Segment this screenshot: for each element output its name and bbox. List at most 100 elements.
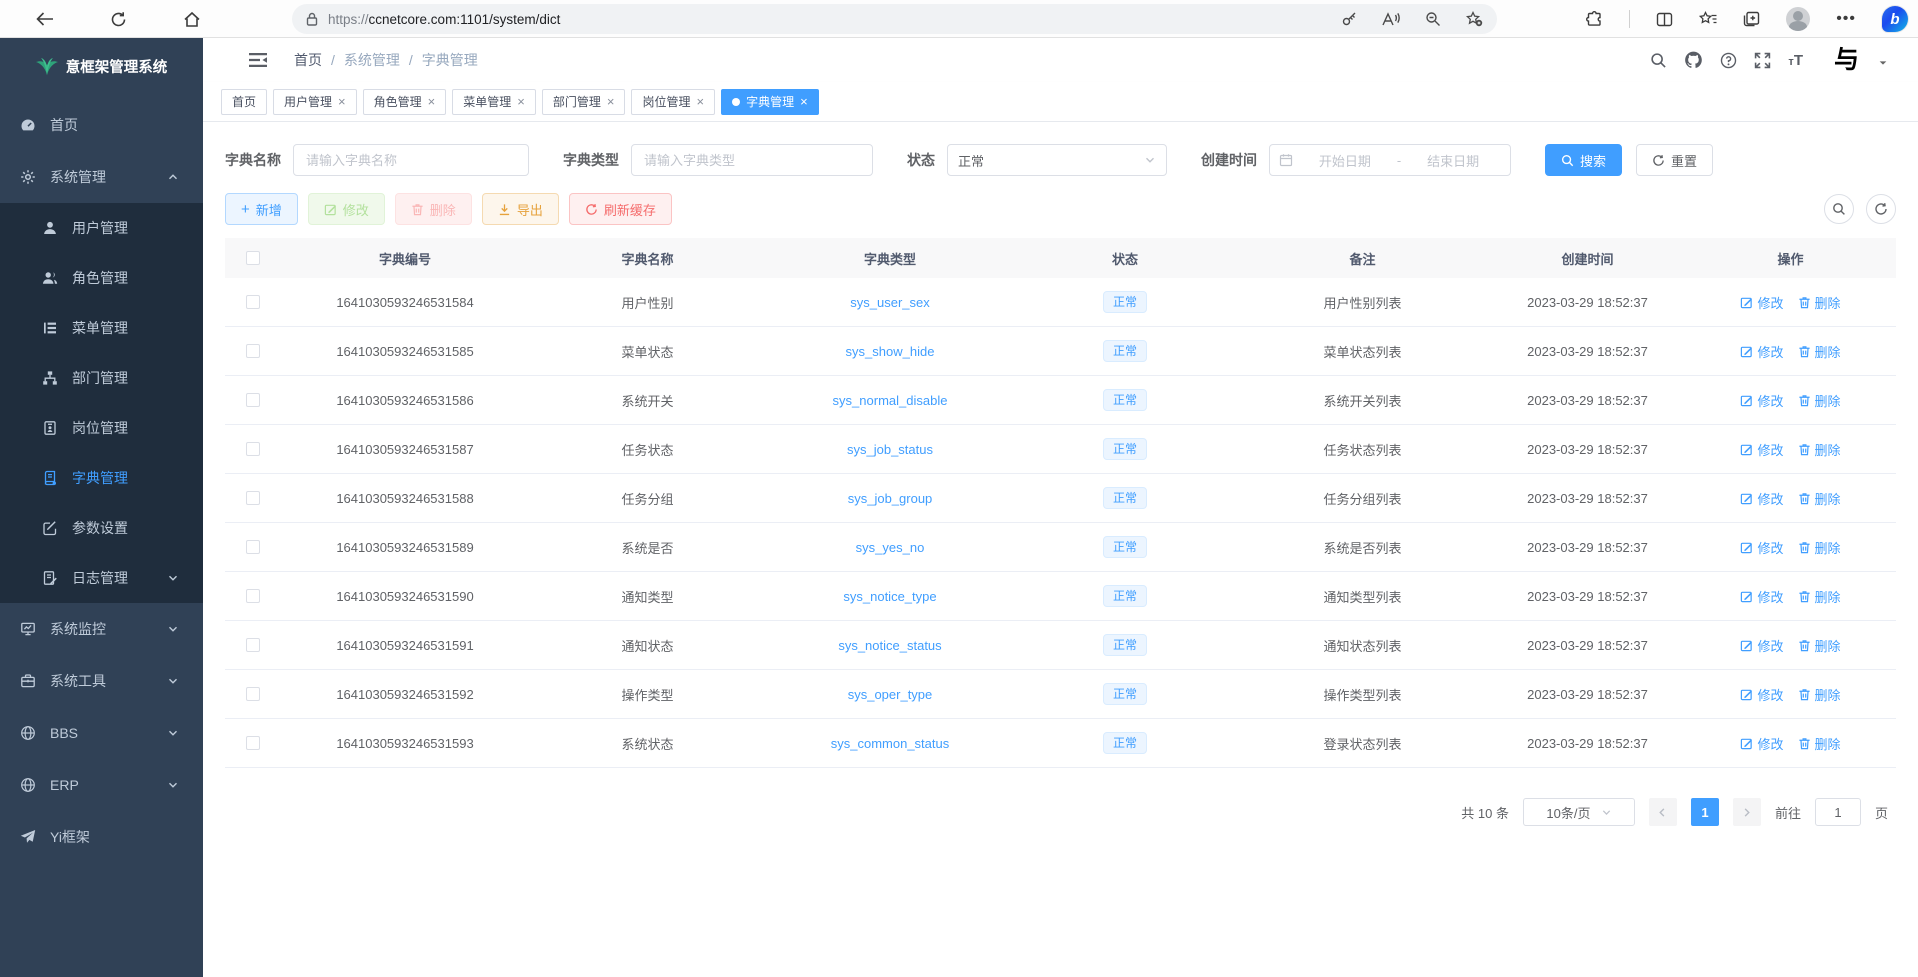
split-screen-icon[interactable] [1656,12,1673,27]
dict-type-link[interactable]: sys_notice_type [843,589,936,604]
tab-5[interactable]: 岗位管理× [631,89,715,115]
sidebar-item-2[interactable]: 用户管理 [0,203,203,253]
row-delete-button[interactable]: 删除 [1798,587,1841,606]
key-icon[interactable] [1341,11,1357,27]
address-bar[interactable]: https://ccnetcore.com:1101/system/dict [292,4,1497,34]
row-edit-button[interactable]: 修改 [1740,293,1783,312]
home-icon[interactable] [182,9,202,29]
edit-button[interactable]: 修改 [308,193,385,225]
sidebar-item-8[interactable]: 参数设置 [0,503,203,553]
favorites-bar-icon[interactable] [1699,11,1717,27]
dict-type-link[interactable]: sys_common_status [831,736,950,751]
more-icon[interactable]: ••• [1836,10,1856,28]
sidebar-item-11[interactable]: 系统工具 [0,655,203,707]
tab-6[interactable]: 字典管理× [721,89,819,115]
close-tab-icon[interactable]: × [607,95,615,108]
app-logo[interactable]: 意框架管理系统 [0,38,203,95]
row-checkbox[interactable] [246,393,260,407]
show-search-button[interactable] [1824,194,1854,224]
row-edit-button[interactable]: 修改 [1740,489,1783,508]
row-delete-button[interactable]: 删除 [1798,440,1841,459]
row-edit-button[interactable]: 修改 [1740,636,1783,655]
sidebar-item-13[interactable]: ERP [0,759,203,811]
search-icon[interactable] [1650,52,1667,69]
dict-name-input[interactable] [293,144,529,176]
caret-down-icon[interactable] [1878,55,1888,65]
row-delete-button[interactable]: 删除 [1798,538,1841,557]
sidebar-item-0[interactable]: 首页 [0,99,203,151]
sidebar-item-12[interactable]: BBS [0,707,203,759]
breadcrumb-system[interactable]: 系统管理 [344,50,400,70]
date-range-picker[interactable]: 开始日期 - 结束日期 [1269,144,1511,176]
row-checkbox[interactable] [246,442,260,456]
sidebar-item-7[interactable]: 字典管理 [0,453,203,503]
sidebar-toggle-icon[interactable] [248,51,268,69]
goto-page-input[interactable] [1815,798,1861,826]
tab-3[interactable]: 菜单管理× [452,89,536,115]
breadcrumb-home[interactable]: 首页 [294,50,322,70]
tab-1[interactable]: 用户管理× [273,89,357,115]
dict-type-link[interactable]: sys_job_group [848,491,933,506]
sidebar-item-14[interactable]: Yi框架 [0,811,203,863]
row-delete-button[interactable]: 删除 [1798,391,1841,410]
extensions-icon[interactable] [1586,11,1603,28]
url-text[interactable]: https://ccnetcore.com:1101/system/dict [328,12,1341,27]
row-edit-button[interactable]: 修改 [1740,342,1783,361]
sidebar-item-4[interactable]: 菜单管理 [0,303,203,353]
dict-type-link[interactable]: sys_notice_status [838,638,941,653]
sidebar-item-6[interactable]: 岗位管理 [0,403,203,453]
delete-button[interactable]: 删除 [395,193,472,225]
refresh-table-button[interactable] [1866,194,1896,224]
profile-avatar[interactable] [1786,7,1810,31]
row-delete-button[interactable]: 删除 [1798,489,1841,508]
row-checkbox[interactable] [246,344,260,358]
sidebar-item-3[interactable]: 角色管理 [0,253,203,303]
tab-0[interactable]: 首页 [221,89,267,115]
favorite-add-icon[interactable] [1466,11,1483,27]
select-all-checkbox[interactable] [246,251,260,265]
close-tab-icon[interactable]: × [517,95,525,108]
dict-type-link[interactable]: sys_job_status [847,442,933,457]
dict-type-link[interactable]: sys_normal_disable [833,393,948,408]
zoom-out-icon[interactable] [1425,11,1441,27]
row-delete-button[interactable]: 删除 [1798,293,1841,312]
collections-icon[interactable] [1743,11,1760,27]
sidebar-item-1[interactable]: 系统管理 [0,151,203,203]
dict-type-link[interactable]: sys_show_hide [846,344,935,359]
dict-type-input[interactable] [631,144,873,176]
sidebar-item-10[interactable]: 系统监控 [0,603,203,655]
row-delete-button[interactable]: 删除 [1798,734,1841,753]
row-checkbox[interactable] [246,687,260,701]
status-select[interactable]: 正常 [947,144,1167,176]
row-checkbox[interactable] [246,295,260,309]
dict-type-link[interactable]: sys_oper_type [848,687,933,702]
github-icon[interactable] [1684,51,1703,69]
tab-2[interactable]: 角色管理× [363,89,447,115]
add-button[interactable]: +新增 [225,193,298,225]
row-checkbox[interactable] [246,736,260,750]
close-tab-icon[interactable]: × [800,95,808,108]
row-delete-button[interactable]: 删除 [1798,636,1841,655]
export-button[interactable]: 导出 [482,193,559,225]
row-checkbox[interactable] [246,589,260,603]
font-size-icon[interactable]: тT [1788,52,1803,69]
search-button[interactable]: 搜索 [1545,144,1622,176]
yi-logo[interactable]: 与 [1834,48,1859,73]
page-number-1[interactable]: 1 [1691,798,1719,826]
next-page-button[interactable] [1733,798,1761,826]
dict-type-link[interactable]: sys_yes_no [856,540,925,555]
tab-4[interactable]: 部门管理× [542,89,626,115]
row-edit-button[interactable]: 修改 [1740,734,1783,753]
dict-type-link[interactable]: sys_user_sex [850,295,929,310]
lock-icon[interactable] [306,12,318,26]
row-checkbox[interactable] [246,638,260,652]
refresh-icon[interactable] [108,9,128,29]
page-size-select[interactable]: 10条/页 [1523,798,1635,826]
row-edit-button[interactable]: 修改 [1740,685,1783,704]
row-delete-button[interactable]: 删除 [1798,685,1841,704]
read-aloud-icon[interactable] [1382,12,1400,27]
sidebar-item-9[interactable]: 日志管理 [0,553,203,603]
reset-button[interactable]: 重置 [1636,144,1713,176]
refresh-cache-button[interactable]: 刷新缓存 [569,193,672,225]
row-checkbox[interactable] [246,491,260,505]
